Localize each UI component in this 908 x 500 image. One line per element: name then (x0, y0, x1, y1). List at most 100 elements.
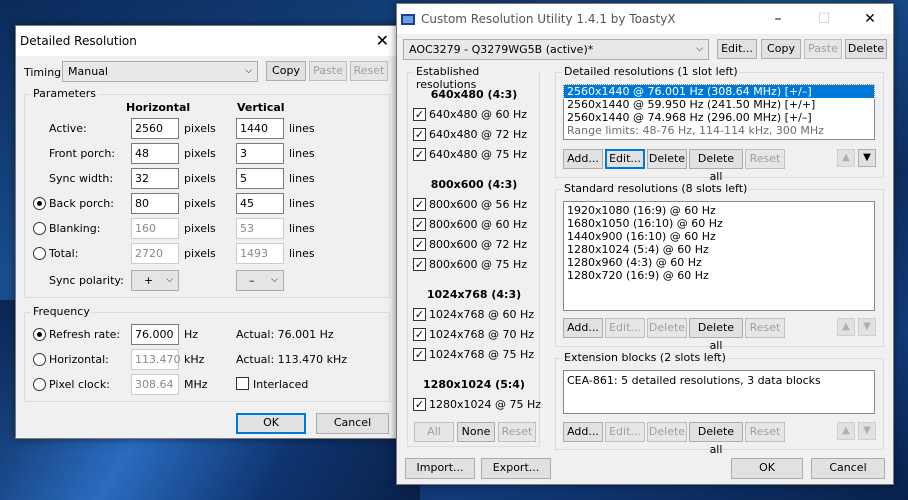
horizontal-value-input[interactable]: 2560 (131, 118, 179, 139)
extension-edit-button[interactable]: Edit... (605, 422, 645, 442)
extension-add-button[interactable]: Add... (563, 422, 603, 442)
list-item[interactable]: 1440x900 (16:10) @ 60 Hz (564, 230, 874, 243)
extension-reset-button[interactable]: Reset (745, 422, 785, 442)
monitor-edit-button[interactable]: Edit... (717, 39, 757, 59)
list-item[interactable]: 1280x720 (16:9) @ 60 Hz (564, 269, 874, 282)
horizontal-value-input[interactable]: 80 (131, 193, 179, 214)
established-checkbox[interactable]: ✓ (413, 398, 426, 411)
param-label: Sync width: (49, 172, 114, 185)
move-up-icon[interactable]: ▲ (837, 318, 855, 336)
move-up-icon[interactable]: ▲ (837, 149, 855, 167)
list-item[interactable]: 1280x960 (4:3) @ 60 Hz (564, 256, 874, 269)
horizontal-value-input[interactable]: 2720 (131, 243, 179, 264)
back-porch-radio[interactable] (33, 197, 46, 210)
cru-titlebar: Custom Resolution Utility 1.4.1 by Toast… (397, 4, 893, 34)
import-button[interactable]: Import... (405, 458, 475, 479)
vertical-value-input[interactable]: 3 (236, 143, 284, 164)
blanking-radio[interactable] (33, 222, 46, 235)
move-down-icon[interactable]: ▼ (858, 318, 876, 336)
established-checkbox[interactable]: ✓ (413, 328, 426, 341)
established-checkbox[interactable]: ✓ (413, 238, 426, 251)
cru-ok-button[interactable]: OK (731, 458, 803, 479)
v-polarity-select[interactable]: – ⌵ (236, 270, 284, 291)
list-item[interactable]: 2560x1440 @ 74.968 Hz (296.00 MHz) [+/–] (564, 111, 874, 124)
refresh-rate-radio[interactable] (33, 328, 46, 341)
standard-delete-all-button[interactable]: Delete all (689, 318, 743, 352)
detailed-edit-button[interactable]: Edit... (605, 149, 645, 169)
refresh-actual: Actual: 76.001 Hz (236, 328, 334, 341)
monitor-copy-button[interactable]: Copy (761, 39, 801, 59)
monitor-select[interactable]: AOC3279 - Q3279WG5B (active)* ⌵ (403, 39, 709, 60)
established-item-label: 800x600 @ 75 Hz (429, 258, 528, 271)
close-icon[interactable]: ✕ (847, 4, 893, 34)
detailed-delete-all-button[interactable]: Delete all (689, 149, 743, 183)
vertical-value-input[interactable]: 5 (236, 168, 284, 189)
copy-button[interactable]: Copy (266, 61, 306, 81)
cru-cancel-button[interactable]: Cancel (811, 458, 885, 479)
extension-delete-all-button[interactable]: Delete all (689, 422, 743, 456)
detailed-list[interactable]: 2560x1440 @ 76.001 Hz (308.64 MHz) [+/–]… (563, 84, 875, 140)
horizontal-value-input[interactable]: 48 (131, 143, 179, 164)
list-item[interactable]: 1920x1080 (16:9) @ 60 Hz (564, 204, 874, 217)
vertical-value-input[interactable]: 1440 (236, 118, 284, 139)
established-checkbox[interactable]: ✓ (413, 218, 426, 231)
established-checkbox[interactable]: ✓ (413, 258, 426, 271)
cancel-button[interactable]: Cancel (316, 413, 389, 434)
established-checkbox[interactable]: ✓ (413, 108, 426, 121)
close-icon[interactable]: ✕ (376, 31, 389, 50)
list-item[interactable]: CEA-861: 5 detailed resolutions, 3 data … (564, 374, 874, 387)
list-item[interactable]: 1680x1050 (16:10) @ 60 Hz (564, 217, 874, 230)
list-item[interactable]: 1280x1024 (5:4) @ 60 Hz (564, 243, 874, 256)
move-down-icon[interactable]: ▼ (858, 149, 876, 167)
frequency-label: Frequency (31, 305, 92, 318)
refresh-unit: Hz (184, 328, 199, 341)
maximize-icon[interactable]: ☐ (801, 4, 847, 34)
list-item[interactable]: 2560x1440 @ 59.950 Hz (241.50 MHz) [+/+] (564, 98, 874, 111)
established-reset-button[interactable]: Reset (498, 422, 536, 442)
paste-button[interactable]: Paste (309, 61, 347, 81)
vertical-value-input[interactable]: 45 (236, 193, 284, 214)
established-none-button[interactable]: None (457, 422, 495, 442)
established-checkbox[interactable]: ✓ (413, 198, 426, 211)
minimize-icon[interactable]: – (755, 4, 801, 34)
timing-select[interactable]: Manual ⌵ (62, 61, 258, 82)
detailed-reset-button[interactable]: Reset (745, 149, 785, 169)
established-checkbox[interactable]: ✓ (413, 308, 426, 321)
established-checkbox[interactable]: ✓ (413, 348, 426, 361)
horizontal-input[interactable]: 113.470 (131, 349, 181, 370)
extension-delete-button[interactable]: Delete (647, 422, 687, 442)
list-item[interactable]: Range limits: 48-76 Hz, 114-114 kHz, 300… (564, 124, 874, 137)
vertical-value-input[interactable]: 1493 (236, 243, 284, 264)
standard-reset-button[interactable]: Reset (745, 318, 785, 338)
extension-list[interactable]: CEA-861: 5 detailed resolutions, 3 data … (563, 370, 875, 414)
move-down-icon[interactable]: ▼ (858, 422, 876, 440)
list-item[interactable]: 2560x1440 @ 76.001 Hz (308.64 MHz) [+/–] (563, 84, 875, 99)
pixel-clock-radio[interactable] (33, 378, 46, 391)
established-checkbox[interactable]: ✓ (413, 128, 426, 141)
standard-edit-button[interactable]: Edit... (605, 318, 645, 338)
monitor-delete-button[interactable]: Delete (845, 39, 887, 59)
reset-button[interactable]: Reset (350, 61, 388, 81)
monitor-paste-button[interactable]: Paste (804, 39, 842, 59)
detailed-delete-button[interactable]: Delete (647, 149, 687, 169)
horizontal-value-input[interactable]: 160 (131, 218, 179, 239)
detailed-add-button[interactable]: Add... (563, 149, 603, 169)
standard-list[interactable]: 1920x1080 (16:9) @ 60 Hz 1680x1050 (16:1… (563, 201, 875, 311)
interlaced-checkbox[interactable] (236, 377, 249, 390)
dialog-titlebar: Detailed Resolution ✕ (16, 26, 397, 56)
move-up-icon[interactable]: ▲ (837, 422, 855, 440)
horizontal-value-input[interactable]: 32 (131, 168, 179, 189)
total-radio[interactable] (33, 247, 46, 260)
established-all-button[interactable]: All (414, 422, 454, 442)
established-checkbox[interactable]: ✓ (413, 148, 426, 161)
vertical-value-input[interactable]: 53 (236, 218, 284, 239)
established-item-label: 1024x768 @ 60 Hz (429, 308, 535, 321)
export-button[interactable]: Export... (481, 458, 551, 479)
pixel-clock-input[interactable]: 308.64 (131, 374, 179, 395)
refresh-rate-input[interactable]: 76.000 (131, 324, 179, 345)
h-polarity-select[interactable]: + ⌵ (131, 270, 179, 291)
standard-add-button[interactable]: Add... (563, 318, 603, 338)
standard-delete-button[interactable]: Delete (647, 318, 687, 338)
horizontal-radio[interactable] (33, 353, 46, 366)
ok-button[interactable]: OK (236, 413, 306, 434)
